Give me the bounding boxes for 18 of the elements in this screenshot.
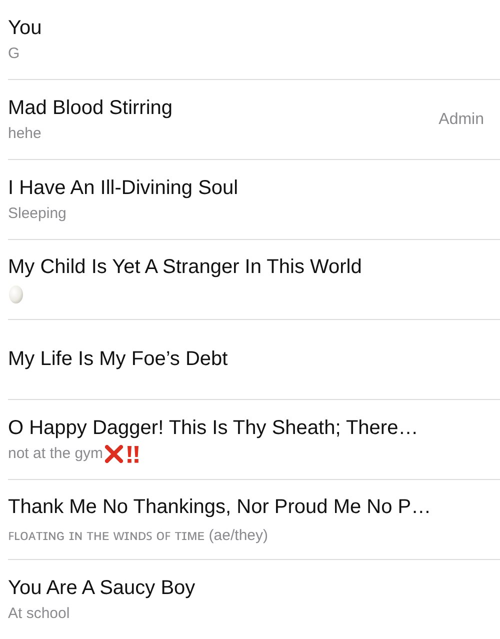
egg-icon — [8, 284, 24, 304]
member-name[interactable]: I Have An Ill-Divining Soul — [8, 177, 484, 200]
member-status: ꜰʟᴏᴀᴛɪɴɢ ɪɴ ᴛʜᴇ ᴡɪɴᴅꜱ ᴏꜰ ᴛɪᴍᴇ (ae/they) — [8, 526, 268, 544]
member-name[interactable]: You — [8, 17, 484, 40]
member-name[interactable]: My Child Is Yet A Stranger In This World — [8, 256, 484, 278]
member-status: At school — [8, 605, 70, 622]
member-status: not at the gym — [8, 445, 104, 462]
member-status: Sleeping — [8, 205, 66, 222]
member-name[interactable]: Mad Blood Stirring — [8, 97, 429, 120]
member-name[interactable]: Thank Me No Thankings, Nor Proud Me No P… — [8, 496, 484, 518]
member-name[interactable]: My Life Is My Foe’s Debt — [8, 348, 484, 371]
role-label: Admin — [438, 110, 484, 128]
member-name[interactable]: O Happy Dagger! This Is Thy Sheath; There… — [8, 416, 484, 440]
member-name[interactable]: You Are A Saucy Boy — [8, 577, 484, 600]
member-status: hehe — [8, 125, 42, 142]
double-exclamation-icon — [125, 444, 142, 462]
cross-icon — [105, 444, 124, 462]
member-status: G — [8, 45, 20, 62]
